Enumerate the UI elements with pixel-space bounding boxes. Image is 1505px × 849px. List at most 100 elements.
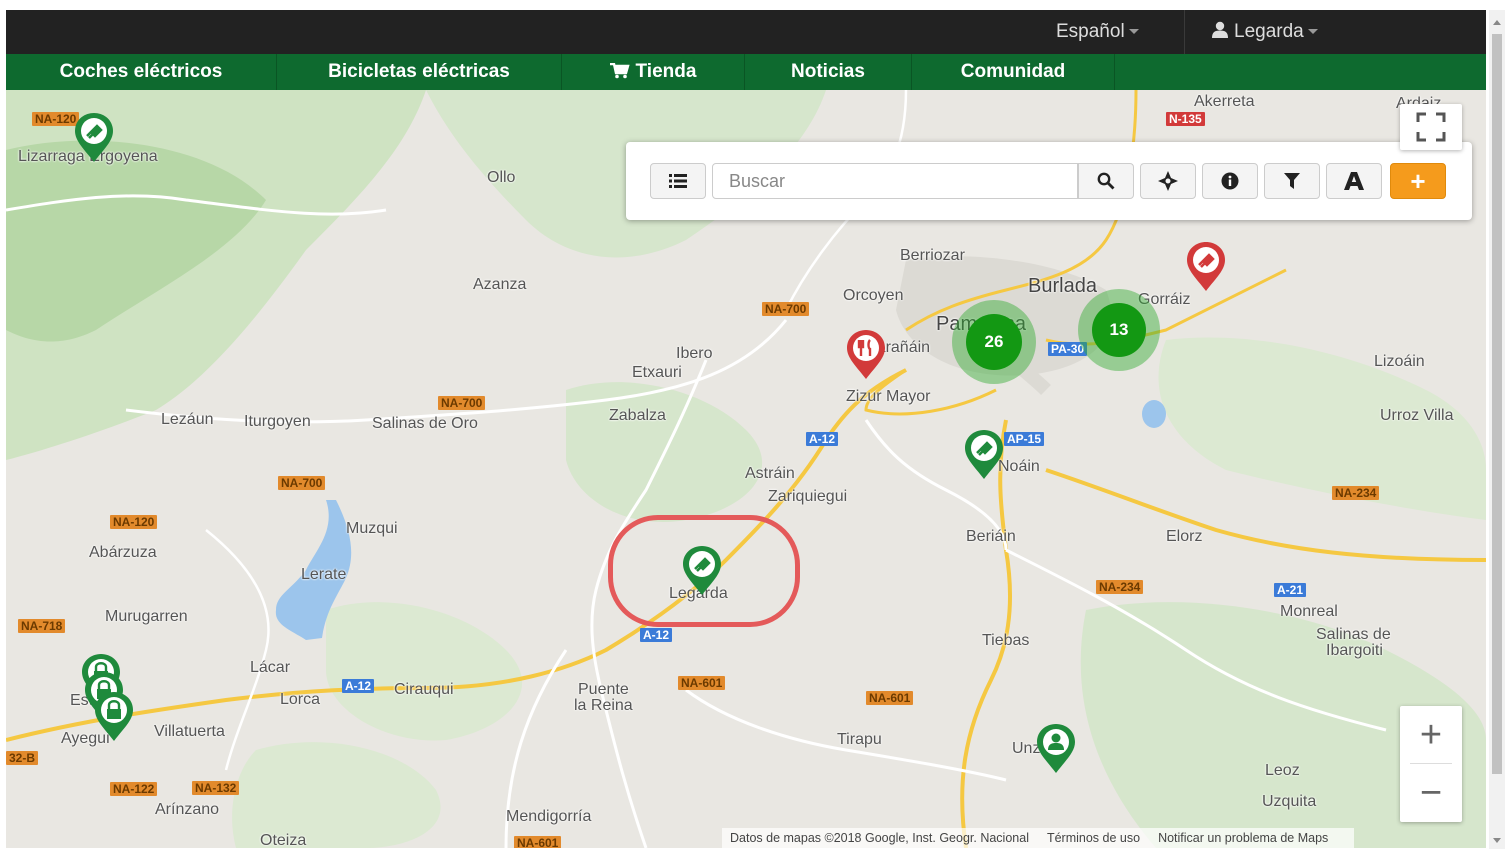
nav-electric-cars[interactable]: Coches eléctricos bbox=[6, 54, 277, 90]
road-label: A-12 bbox=[640, 628, 673, 642]
road-label: 32-B bbox=[6, 751, 39, 765]
place-label: Salinas de bbox=[1316, 626, 1391, 643]
cluster-count: 26 bbox=[966, 314, 1022, 370]
scrollbar[interactable] bbox=[1489, 10, 1505, 849]
road-label: N-135 bbox=[1166, 112, 1205, 126]
user-icon[interactable] bbox=[1034, 722, 1078, 774]
divider bbox=[1184, 10, 1185, 54]
place-label: Mendigorría bbox=[506, 808, 592, 825]
place-label: Ibargoiti bbox=[1326, 642, 1383, 659]
road-label: NA-234 bbox=[1332, 486, 1380, 500]
road-label: NA-122 bbox=[110, 782, 158, 796]
place-label: Orcoyen bbox=[843, 287, 904, 304]
zoom-control: + − bbox=[1400, 706, 1462, 822]
report-link[interactable]: Notificar un problema de Maps bbox=[1158, 831, 1328, 845]
nav-community[interactable]: Comunidad bbox=[912, 54, 1115, 90]
user-label: Legarda bbox=[1234, 21, 1304, 42]
road-label: NA-700 bbox=[762, 302, 810, 316]
place-label: Burlada bbox=[1028, 275, 1097, 297]
place-label: Astráin bbox=[745, 465, 795, 482]
place-label: Tiebas bbox=[982, 632, 1030, 649]
road-label: A-12 bbox=[342, 679, 375, 693]
place-label: Lizoáin bbox=[1374, 353, 1425, 370]
place-label: Cirauqui bbox=[394, 681, 454, 698]
language-selector[interactable]: Español bbox=[1056, 10, 1139, 54]
chevron-down-icon bbox=[1128, 29, 1139, 35]
main-nav: Coches eléctricos Bicicletas eléctricas … bbox=[6, 54, 1486, 90]
place-label: Oteiza bbox=[260, 832, 307, 849]
place-label: Ollo bbox=[487, 169, 516, 186]
road-label: NA-718 bbox=[18, 619, 66, 633]
user-icon bbox=[1212, 21, 1228, 38]
place-label: Iturgoyen bbox=[244, 413, 311, 430]
restaurant-icon[interactable] bbox=[844, 328, 888, 380]
road-label: NA-700 bbox=[438, 396, 486, 410]
place-label: Lácar bbox=[250, 659, 291, 676]
road-label: A-12 bbox=[806, 432, 839, 446]
top-bar: Español Legarda bbox=[6, 10, 1486, 54]
text-size-button[interactable] bbox=[1326, 163, 1382, 199]
road-label: NA-601 bbox=[866, 691, 914, 705]
place-label: Salinas de Oro bbox=[372, 415, 478, 432]
nav-label: Tienda bbox=[635, 61, 697, 82]
place-label: Urroz Villa bbox=[1380, 407, 1454, 424]
place-label: Elorz bbox=[1166, 528, 1203, 545]
marker-cluster[interactable]: 13 bbox=[1078, 289, 1160, 371]
fullscreen-button[interactable] bbox=[1400, 104, 1462, 150]
road-label: NA-700 bbox=[278, 476, 326, 490]
lock-icon[interactable] bbox=[92, 690, 136, 742]
info-icon bbox=[1221, 172, 1239, 190]
highlight-circle bbox=[608, 515, 800, 627]
marker-cluster[interactable]: 26 bbox=[952, 300, 1036, 384]
cart-icon bbox=[609, 62, 630, 79]
place-label: Arínzano bbox=[155, 801, 220, 818]
filter-button[interactable] bbox=[1264, 163, 1320, 199]
locate-icon bbox=[1158, 171, 1178, 191]
search-button[interactable] bbox=[1078, 163, 1134, 199]
list-view-button[interactable] bbox=[650, 163, 706, 199]
scroll-up-icon[interactable] bbox=[1493, 20, 1501, 25]
nav-label: Comunidad bbox=[960, 61, 1066, 82]
road-label: NA-132 bbox=[192, 781, 240, 795]
terms-link[interactable]: Términos de uso bbox=[1047, 831, 1140, 845]
place-label: Lezáun bbox=[161, 411, 214, 428]
scroll-thumb[interactable] bbox=[1492, 34, 1502, 774]
place-label: Zariquiegui bbox=[768, 488, 848, 505]
map-canvas[interactable]: Akerreta Ardaiz Lizarraga Ergoyena Ollo … bbox=[6, 90, 1486, 848]
road-label: NA-601 bbox=[678, 676, 726, 690]
place-label: Leoz bbox=[1265, 762, 1300, 779]
add-button[interactable]: + bbox=[1390, 163, 1446, 199]
plus-icon: + bbox=[1419, 713, 1443, 756]
nav-electric-bikes[interactable]: Bicicletas eléctricas bbox=[277, 54, 562, 90]
nav-label: Noticias bbox=[791, 61, 865, 82]
charging-station-icon[interactable] bbox=[962, 428, 1006, 480]
zoom-out-button[interactable]: − bbox=[1400, 764, 1462, 822]
place-label: Beriáin bbox=[966, 528, 1016, 545]
charging-station-icon[interactable] bbox=[1184, 240, 1228, 292]
cluster-count: 13 bbox=[1092, 303, 1146, 357]
fullscreen-icon bbox=[1416, 112, 1446, 142]
locate-button[interactable] bbox=[1140, 163, 1196, 199]
zoom-in-button[interactable]: + bbox=[1400, 706, 1462, 764]
user-menu[interactable]: Legarda bbox=[1211, 10, 1318, 54]
place-label: Murugarren bbox=[105, 608, 188, 625]
place-label: Ibero bbox=[676, 345, 713, 362]
scroll-down-icon[interactable] bbox=[1493, 838, 1501, 843]
text-icon bbox=[1344, 172, 1364, 190]
nav-label: Bicicletas eléctricas bbox=[328, 61, 510, 82]
search-input[interactable] bbox=[712, 163, 1078, 199]
charging-station-icon[interactable] bbox=[72, 111, 116, 163]
nav-shop[interactable]: Tienda bbox=[562, 54, 745, 90]
place-label: Zabalza bbox=[609, 407, 666, 424]
nav-news[interactable]: Noticias bbox=[745, 54, 912, 90]
language-label: Español bbox=[1056, 21, 1125, 42]
info-button[interactable] bbox=[1202, 163, 1258, 199]
place-label: Etxauri bbox=[632, 364, 682, 381]
road-label: A-21 bbox=[1274, 583, 1307, 597]
search-toolbar: + bbox=[626, 142, 1472, 220]
place-label: Uzquita bbox=[1262, 793, 1317, 810]
place-label: Abárzuza bbox=[89, 544, 157, 561]
attribution-data: Datos de mapas ©2018 Google, Inst. Geogr… bbox=[730, 831, 1029, 845]
chevron-down-icon bbox=[1307, 29, 1318, 35]
list-icon bbox=[669, 174, 687, 188]
